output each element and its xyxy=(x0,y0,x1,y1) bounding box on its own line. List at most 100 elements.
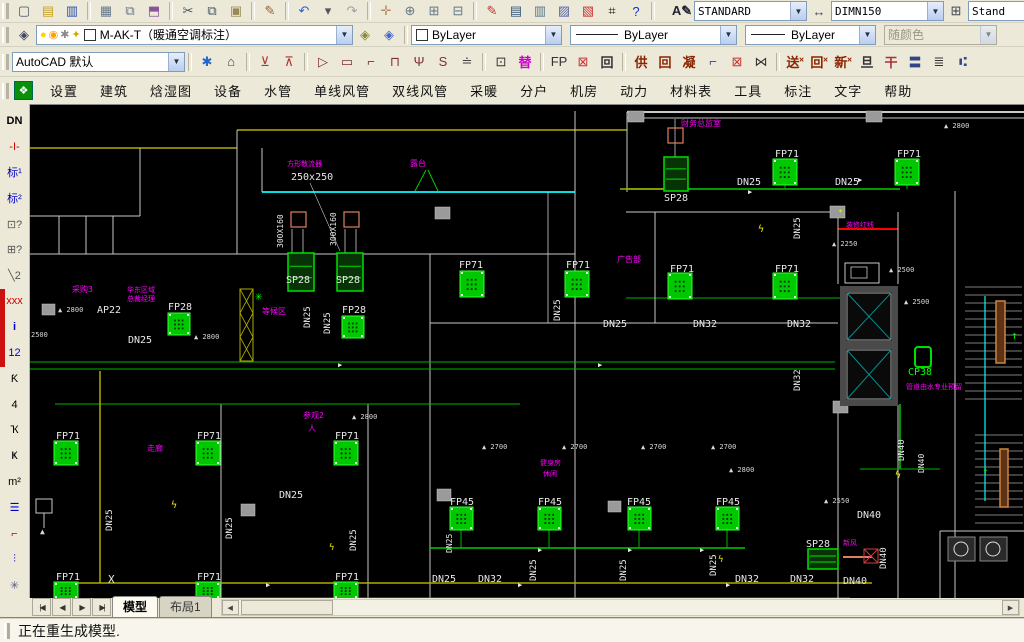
menu-item-14[interactable]: 文字 xyxy=(823,81,873,100)
fivelines-icon[interactable]: ⑆ xyxy=(951,51,975,73)
box-center-icon[interactable]: ⊡ xyxy=(489,51,513,73)
publish-icon[interactable]: ⬒ xyxy=(142,0,166,22)
twolines-icon[interactable]: 〓 xyxy=(903,51,927,73)
copy-icon[interactable]: ⧉ xyxy=(200,0,224,22)
duct-s-icon[interactable]: S xyxy=(431,51,455,73)
menu-item-10[interactable]: 动力 xyxy=(609,81,659,100)
save-icon[interactable]: ▥ xyxy=(60,0,84,22)
redo-icon[interactable]: ↷ xyxy=(340,0,364,22)
menu-item-3[interactable]: 设备 xyxy=(203,81,253,100)
chevron-down-icon[interactable]: ▼ xyxy=(720,25,736,44)
fresh-duct-icon[interactable]: 新˟ xyxy=(831,51,855,73)
menu-item-15[interactable]: 帮助 xyxy=(873,81,923,100)
layer-combo[interactable]: ● ◉ ✱ ✦ M-AK-T（暖通空调标注） ▼ xyxy=(36,24,353,45)
menu-item-7[interactable]: 采暖 xyxy=(459,81,509,100)
chevron-down-icon[interactable]: ▼ xyxy=(927,2,943,20)
toolbar-grip[interactable] xyxy=(2,3,9,19)
menu-item-0[interactable]: 设置 xyxy=(39,81,89,100)
undo-drop-icon[interactable]: ▾ xyxy=(316,0,340,22)
toolbar-grip[interactable] xyxy=(2,82,9,99)
threelines-icon[interactable]: ≣ xyxy=(927,51,951,73)
k2-icon[interactable]: 4 xyxy=(2,392,28,418)
chevron-down-icon[interactable]: ▼ xyxy=(545,25,561,44)
pipe-box-icon[interactable]: ⊠ xyxy=(725,51,749,73)
tab-nav-2[interactable]: ▶ xyxy=(72,598,91,616)
lineweight-combo[interactable]: ByLayer ▼ xyxy=(745,24,876,45)
tab-model[interactable]: 模型 xyxy=(112,596,159,617)
pan-icon[interactable]: ✛ xyxy=(374,0,398,22)
triple-x-icon[interactable]: xxx xyxy=(2,289,28,315)
return-pipe-icon[interactable]: 回 xyxy=(653,51,677,73)
menu-item-4[interactable]: 水管 xyxy=(253,81,303,100)
open-file-icon[interactable]: ▤ xyxy=(36,0,60,22)
tool-hammer2-icon[interactable]: ⊼ xyxy=(277,51,301,73)
riser-icon[interactable]: 旦 xyxy=(855,51,879,73)
slope-icon[interactable]: ╲2 xyxy=(2,263,28,289)
text-style-combo[interactable]: STANDARD ▼ xyxy=(694,1,807,21)
send-duct-icon[interactable]: 送˟ xyxy=(783,51,807,73)
menu-item-12[interactable]: 工具 xyxy=(723,81,773,100)
hui-box-icon[interactable]: 回 xyxy=(595,51,619,73)
text-style-icon[interactable]: A✎ xyxy=(670,0,694,22)
duct-new-icon[interactable]: ▷ xyxy=(311,51,335,73)
dim-style-icon[interactable]: ↔ xyxy=(807,0,831,22)
envelope-x-icon[interactable]: ⊠ xyxy=(571,51,595,73)
tab-nav-1[interactable]: ◀ xyxy=(52,598,71,616)
fancoil-icon[interactable]: FP xyxy=(547,51,571,73)
zoom-window-icon[interactable]: ⊞ xyxy=(422,0,446,22)
tool-hammer-icon[interactable]: ⊻ xyxy=(253,51,277,73)
chevron-down-icon[interactable]: ▼ xyxy=(168,52,184,71)
menu-item-9[interactable]: 机房 xyxy=(559,81,609,100)
toolbar-grip[interactable] xyxy=(2,53,9,70)
cad-drawing-area[interactable]: 250x250 300X160 300X160 SP28 SP28 SP28 SP28 CP3… xyxy=(30,104,1024,601)
markup-icon[interactable]: ▧ xyxy=(576,0,600,22)
workspace-settings-icon[interactable]: ✱ xyxy=(195,51,219,73)
condensate-pipe-icon[interactable]: 凝 xyxy=(677,51,701,73)
plot-icon[interactable]: ▦ xyxy=(94,0,118,22)
properties-icon[interactable]: ▤ xyxy=(504,0,528,22)
k1-icon[interactable]: Ƙ xyxy=(2,366,28,392)
elbow-red-icon[interactable]: ⌐ xyxy=(2,521,28,547)
cut-icon[interactable]: ✂ xyxy=(176,0,200,22)
paste-icon[interactable]: ▣ xyxy=(224,0,248,22)
k3-icon[interactable]: Ҡ xyxy=(2,418,28,444)
duct-tee-icon[interactable]: ⊓ xyxy=(383,51,407,73)
menu-item-5[interactable]: 单线风管 xyxy=(303,81,381,100)
chevron-down-icon[interactable]: ▼ xyxy=(336,25,352,44)
duct-pants-icon[interactable]: Ψ xyxy=(407,51,431,73)
tag2-icon[interactable]: 标² xyxy=(2,185,28,211)
dim-style-combo[interactable]: DIMN150 ▼ xyxy=(831,1,944,21)
duct-grille-icon[interactable]: ≐ xyxy=(455,51,479,73)
menu-item-6[interactable]: 双线风管 xyxy=(381,81,459,100)
horizontal-scrollbar[interactable]: ◀ ▶ xyxy=(220,599,1020,616)
command-grip[interactable] xyxy=(4,622,10,639)
parallel-icon[interactable]: ⫶ xyxy=(2,547,28,573)
plot-preview-icon[interactable]: ⧉ xyxy=(118,0,142,22)
multiline-icon[interactable]: ☰ xyxy=(2,495,28,521)
scrollbar-thumb[interactable] xyxy=(240,600,333,615)
pipe-num-icon[interactable]: 12 xyxy=(2,340,28,366)
pipe-elbow-icon[interactable]: ⌐ xyxy=(701,51,725,73)
tab-nav-0[interactable]: |◀ xyxy=(32,598,51,616)
zoom-previous-icon[interactable]: ⊟ xyxy=(446,0,470,22)
sketch-icon[interactable]: ✎ xyxy=(480,0,504,22)
menu-item-13[interactable]: 标注 xyxy=(773,81,823,100)
hatch-icon[interactable]: ✳ xyxy=(2,572,28,598)
replace-icon[interactable]: 替 xyxy=(513,51,537,73)
tag1-icon[interactable]: 标¹ xyxy=(2,160,28,186)
info-icon[interactable]: i xyxy=(2,314,28,340)
query1-icon[interactable]: ⊡? xyxy=(2,211,28,237)
return-duct-icon[interactable]: 回˟ xyxy=(807,51,831,73)
scroll-left-icon[interactable]: ◀ xyxy=(221,600,239,615)
axis-dim-icon[interactable]: -I- xyxy=(2,134,28,160)
color-combo[interactable]: ByLayer ▼ xyxy=(411,24,562,45)
cad-canvas[interactable]: 250x250 300X160 300X160 SP28 SP28 SP28 SP28 CP3… xyxy=(30,105,1024,601)
make-layer-current-icon[interactable]: ◈ xyxy=(353,24,377,46)
table-style-icon[interactable]: ⊞ xyxy=(944,0,968,22)
menu-item-8[interactable]: 分户 xyxy=(509,81,559,100)
model-home-icon[interactable]: ⌂ xyxy=(219,51,243,73)
command-line[interactable]: 正在重生成模型. xyxy=(0,617,1024,642)
valve-icon[interactable]: ⋈ xyxy=(749,51,773,73)
linetype-combo[interactable]: ByLayer ▼ xyxy=(570,24,737,45)
scroll-right-icon[interactable]: ▶ xyxy=(1002,600,1019,615)
